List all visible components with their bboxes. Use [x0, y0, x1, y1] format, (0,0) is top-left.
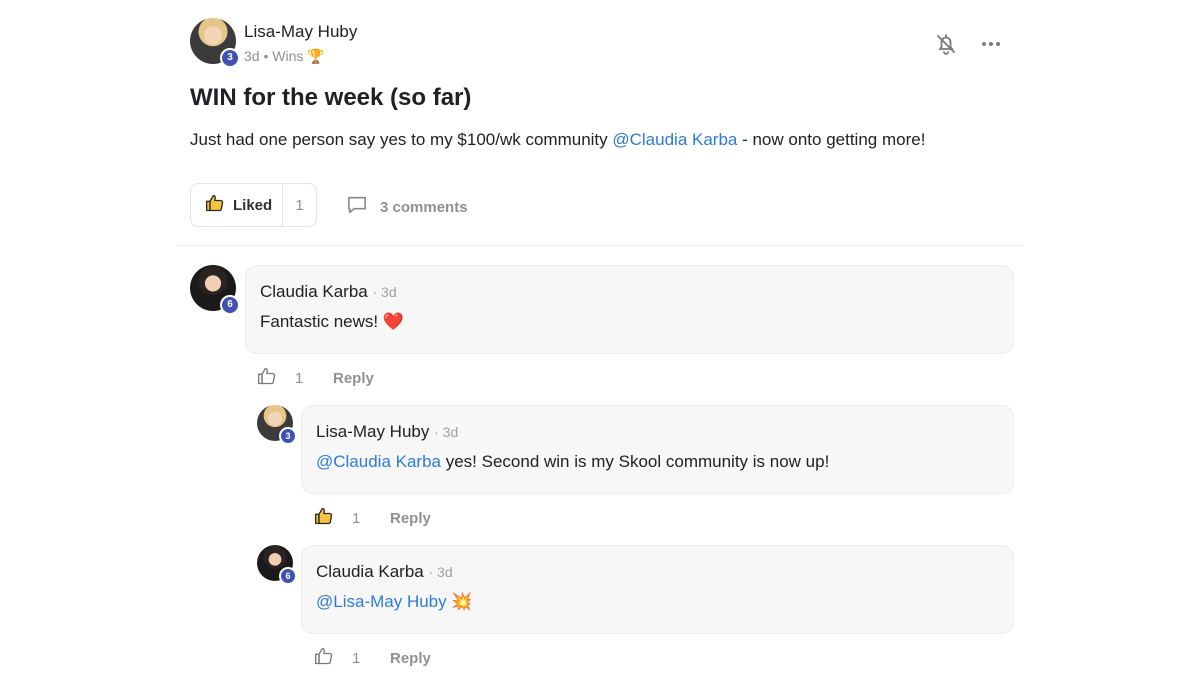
- reply-author-avatar[interactable]: 3: [257, 405, 297, 445]
- comment-bubble: [301, 405, 1014, 494]
- comment-actions: 1 Reply: [257, 366, 374, 390]
- comment-actions: 1 Reply: [314, 506, 431, 530]
- thumbs-up-icon[interactable]: [314, 646, 334, 670]
- comment-author: Claudia Karba · 3d: [260, 282, 397, 302]
- comment-bubble-icon: [346, 195, 380, 219]
- collision-icon: 💥: [451, 592, 473, 611]
- comment-text: Fantastic news! ❤️: [260, 312, 404, 332]
- post-body-text-end: - now onto getting more!: [737, 130, 926, 149]
- reply-button[interactable]: Reply: [390, 510, 431, 527]
- post-meta: 3d • Wins 🏆: [244, 48, 325, 65]
- post-mention[interactable]: @Claudia Karba: [612, 130, 737, 149]
- post-author-avatar[interactable]: 3: [190, 18, 240, 68]
- comment-bubble: [301, 545, 1014, 634]
- level-badge: 6: [220, 295, 240, 315]
- more-horizontal-icon[interactable]: [979, 32, 1003, 56]
- thumbs-up-icon[interactable]: [257, 366, 277, 390]
- like-count[interactable]: 1: [283, 197, 316, 214]
- comment-mention[interactable]: @Lisa-May Huby: [316, 592, 447, 611]
- comment-actions: 1 Reply: [314, 646, 431, 670]
- thumbs-up-icon[interactable]: [314, 506, 334, 530]
- comment-like-count: 1: [352, 509, 361, 527]
- comment-author: Claudia Karba · 3d: [316, 562, 453, 582]
- comment-text: @Claudia Karba yes! Second win is my Sko…: [316, 452, 829, 472]
- like-label: Liked: [233, 196, 273, 214]
- post-author-name[interactable]: Lisa-May Huby: [244, 22, 357, 42]
- post-title: WIN for the week (so far): [190, 84, 472, 111]
- comment-author: Lisa-May Huby · 3d: [316, 422, 458, 442]
- like-button[interactable]: Liked: [191, 184, 283, 226]
- comment-mention[interactable]: @Claudia Karba: [316, 452, 441, 471]
- level-badge: 6: [279, 567, 297, 585]
- heart-icon: ❤️: [382, 312, 404, 331]
- comment-like-count: 1: [295, 369, 304, 387]
- comment-author-name[interactable]: Claudia Karba: [260, 282, 368, 301]
- post-like-box: Liked 1: [190, 183, 317, 227]
- reply-button[interactable]: Reply: [390, 650, 431, 667]
- post-page: 3 Lisa-May Huby 3d • Wins 🏆 WIN for the …: [0, 0, 1200, 675]
- comment-author-name[interactable]: Lisa-May Huby: [316, 422, 429, 441]
- thumbs-up-icon: [205, 193, 225, 218]
- reply-button[interactable]: Reply: [333, 370, 374, 387]
- comment-author-avatar[interactable]: 6: [190, 265, 240, 315]
- reply-author-avatar[interactable]: 6: [257, 545, 297, 585]
- comment-bubble: [245, 265, 1014, 354]
- level-badge: 3: [220, 48, 240, 68]
- post-body-text: Just had one person say yes to my $100/w…: [190, 130, 613, 149]
- bell-off-icon[interactable]: [934, 32, 958, 56]
- post-category[interactable]: Wins: [272, 48, 303, 64]
- meta-separator: •: [263, 48, 269, 64]
- divider: [178, 245, 1023, 246]
- comments-count-label: 3 comments: [380, 198, 468, 216]
- comments-link[interactable]: 3 comments: [346, 195, 468, 219]
- post-time: 3d: [244, 48, 260, 64]
- comment-time: · 3d: [428, 564, 453, 580]
- comment-like-count: 1: [352, 649, 361, 667]
- comment-author-name[interactable]: Claudia Karba: [316, 562, 424, 581]
- post-body: Just had one person say yes to my $100/w…: [190, 130, 925, 150]
- comment-time: · 3d: [434, 424, 459, 440]
- trophy-icon: 🏆: [307, 48, 325, 64]
- level-badge: 3: [279, 427, 297, 445]
- comment-text-body: Fantastic news!: [260, 312, 383, 331]
- comment-text-body: yes! Second win is my Skool community is…: [441, 452, 830, 471]
- comment-time: · 3d: [372, 284, 397, 300]
- comment-text: @Lisa-May Huby 💥: [316, 592, 473, 612]
